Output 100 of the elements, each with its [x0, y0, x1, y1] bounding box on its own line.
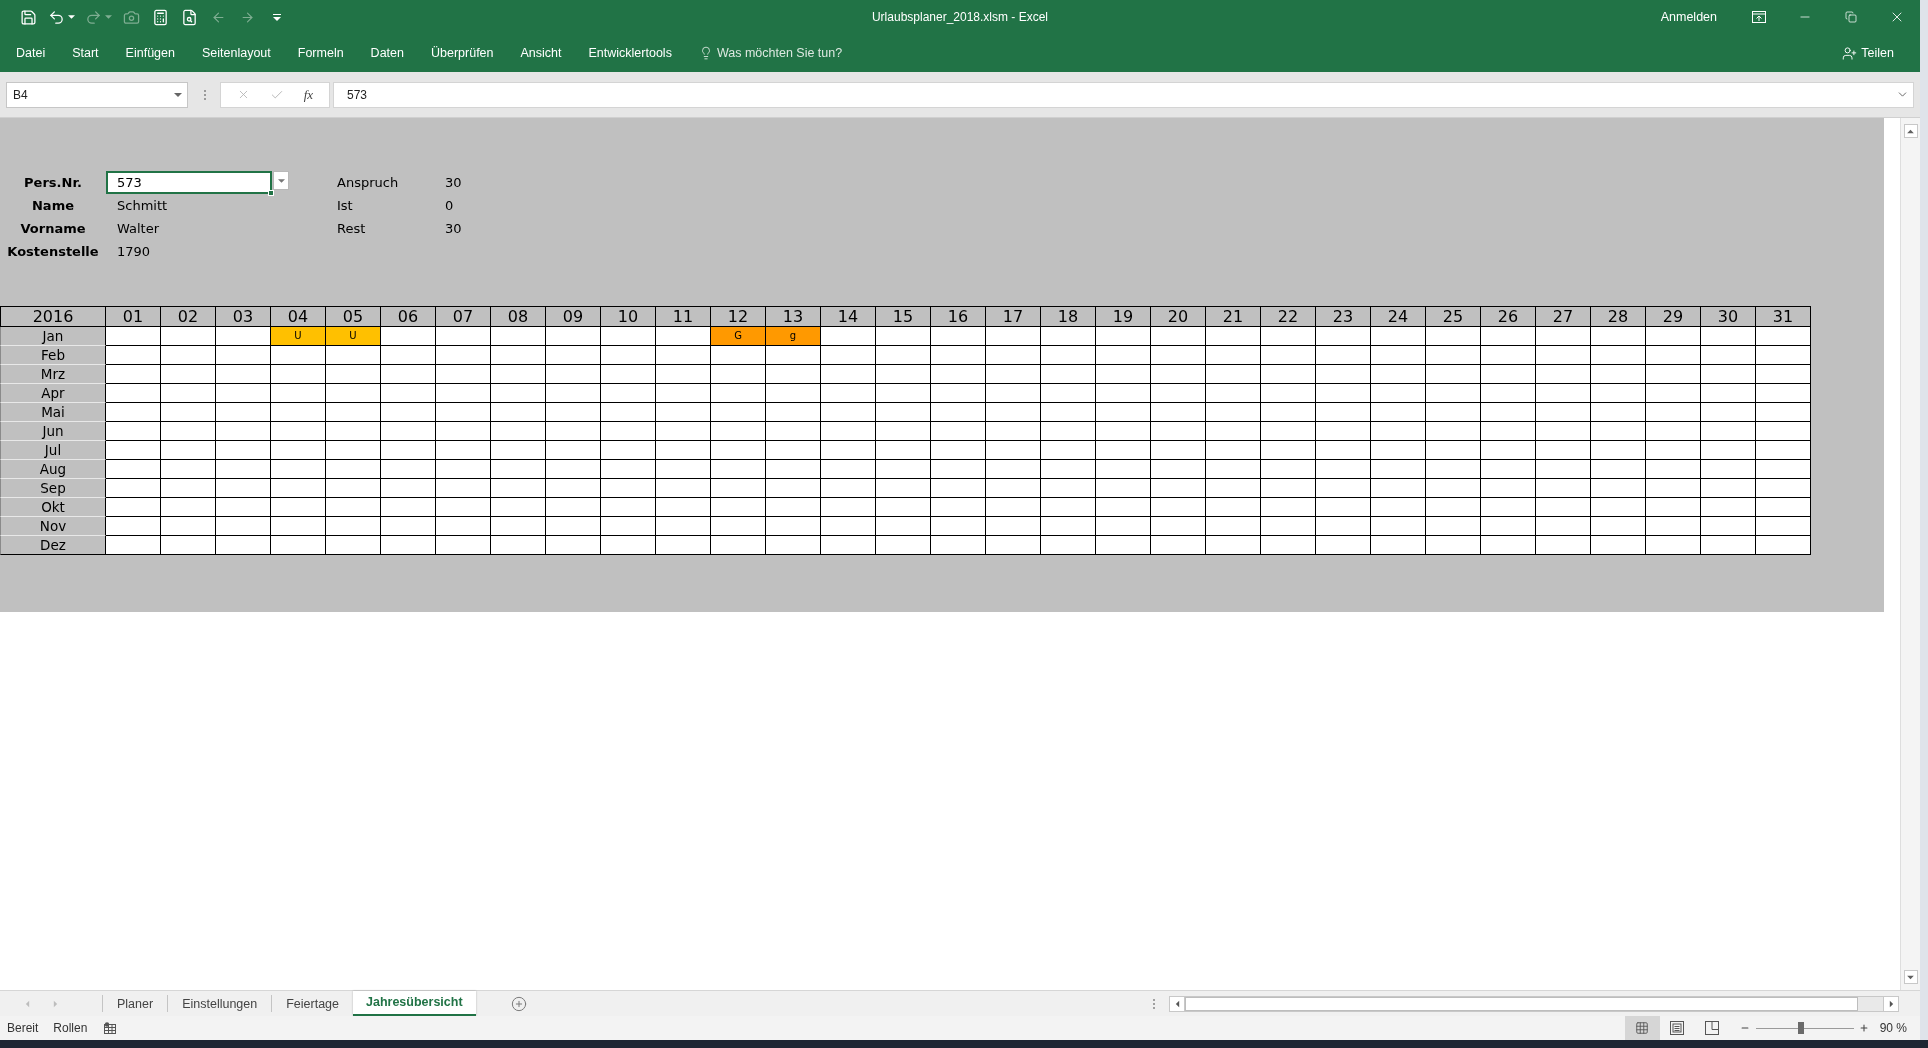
table-cell [161, 403, 216, 422]
tell-me-search[interactable]: Was möchten Sie tun? [698, 43, 843, 63]
macro-record-icon[interactable] [104, 1022, 117, 1034]
table-cell [766, 403, 821, 422]
down-arrow-icon[interactable] [1907, 974, 1914, 980]
ribbon-tab[interactable]: Ansicht [520, 43, 562, 63]
table-cell [1536, 498, 1591, 517]
table-cell [1316, 422, 1371, 441]
view-button[interactable] [1624, 1016, 1660, 1040]
table-cell [1151, 498, 1206, 517]
save-icon[interactable] [20, 8, 37, 26]
horizontal-scrollbar[interactable] [1169, 995, 1899, 1012]
vertical-scrollbar[interactable] [1900, 118, 1920, 990]
table-cell [821, 479, 876, 498]
ribbon-tab[interactable]: Einfügen [125, 43, 175, 63]
table-cell [546, 327, 601, 346]
table-cell [1536, 346, 1591, 365]
table-cell [1316, 384, 1371, 403]
ribbon-tab[interactable]: Überprüfen [430, 43, 494, 63]
restore-icon[interactable] [1845, 11, 1857, 23]
table-cell [381, 403, 436, 422]
insert-function-button[interactable]: fx [303, 84, 314, 105]
table-cell [1261, 403, 1316, 422]
table-cell [1481, 384, 1536, 403]
ribbon-tab[interactable]: Daten [370, 43, 404, 63]
ribbon-tab[interactable]: Formeln [297, 43, 344, 63]
table-cell [986, 460, 1041, 479]
table-cell [876, 479, 931, 498]
table-cell [1261, 441, 1316, 460]
table-cell [986, 365, 1041, 384]
caret-icon[interactable] [277, 178, 285, 183]
dropdown-button[interactable] [273, 171, 289, 190]
normal-view-icon[interactable] [1635, 1021, 1650, 1035]
table-cell [1426, 346, 1481, 365]
ribbon-tab[interactable]: Datei [16, 43, 46, 63]
table-cell [1096, 498, 1151, 517]
slider-thumb[interactable] [1797, 1021, 1804, 1034]
right-arrow-icon[interactable] [1888, 999, 1894, 1008]
zoom-in-icon[interactable] [1858, 1023, 1869, 1033]
table-cell [821, 384, 876, 403]
table-cell [1206, 365, 1261, 384]
field-label: Vorname [19, 219, 87, 238]
ribbon-tab[interactable]: Start [72, 43, 99, 63]
formula-field[interactable]: 573 [333, 81, 1914, 108]
table-cell [1536, 441, 1591, 460]
fill-handle[interactable] [268, 190, 274, 196]
table-cell [601, 422, 656, 441]
page-layout-icon[interactable] [1670, 1021, 1685, 1035]
add-sheet-icon[interactable] [510, 995, 527, 1012]
table-cell [1591, 346, 1646, 365]
customize-icon[interactable] [272, 13, 281, 21]
table-cell [1591, 517, 1646, 536]
name-box[interactable]: B4 [6, 81, 188, 108]
table-cell [436, 536, 491, 555]
table-cell [711, 384, 766, 403]
table-cell [1756, 365, 1811, 384]
table-cell [1261, 365, 1316, 384]
table-cell [1756, 536, 1811, 555]
table-cell [1756, 422, 1811, 441]
table-cell [1646, 536, 1701, 555]
table-cell [986, 441, 1041, 460]
table-cell [1536, 536, 1591, 555]
table-cell [1536, 403, 1591, 422]
sign-in-link[interactable]: Anmelden [1660, 7, 1717, 27]
table-cell [491, 441, 546, 460]
table-cell [1701, 517, 1756, 536]
ribbon-tab[interactable]: Seitenlayout [201, 43, 271, 63]
table-cell [161, 327, 216, 346]
table-cell [1041, 384, 1096, 403]
table-cell [766, 479, 821, 498]
table-cell [1701, 365, 1756, 384]
table-cell [1701, 403, 1756, 422]
sheet-tab[interactable]: Einstellungen [167, 995, 272, 1012]
caret-icon[interactable] [174, 92, 182, 97]
table-cell [821, 536, 876, 555]
table-cell [161, 498, 216, 517]
table-cell [436, 422, 491, 441]
up-arrow-icon[interactable] [1907, 128, 1914, 134]
share-button[interactable]: Teilen [1842, 43, 1894, 63]
table-cell [766, 384, 821, 403]
sheet-tab[interactable]: Jahresübersicht [353, 991, 476, 1016]
sheet-tab[interactable]: Planer [102, 995, 168, 1012]
table-cell [656, 365, 711, 384]
calculator-icon[interactable] [152, 8, 169, 26]
caret-icon[interactable] [105, 15, 112, 19]
ribbon-tab[interactable]: Entwicklertools [588, 43, 672, 63]
zoom-level[interactable]: 90 % [1879, 1019, 1907, 1037]
status-text: Bereit [7, 1020, 39, 1037]
table-cell [656, 479, 711, 498]
page-break-icon[interactable] [1705, 1021, 1720, 1035]
caret-icon[interactable] [68, 15, 75, 19]
table-cell [1591, 536, 1646, 555]
ribbon-display-icon[interactable] [1752, 11, 1766, 23]
left-arrow-icon[interactable] [1174, 999, 1180, 1008]
table-cell [601, 498, 656, 517]
undo-icon[interactable] [48, 8, 65, 26]
print-preview-icon[interactable] [181, 8, 198, 26]
table-cell [1426, 441, 1481, 460]
table-cell [1206, 403, 1261, 422]
scrollbar-thumb[interactable] [1185, 996, 1858, 1011]
